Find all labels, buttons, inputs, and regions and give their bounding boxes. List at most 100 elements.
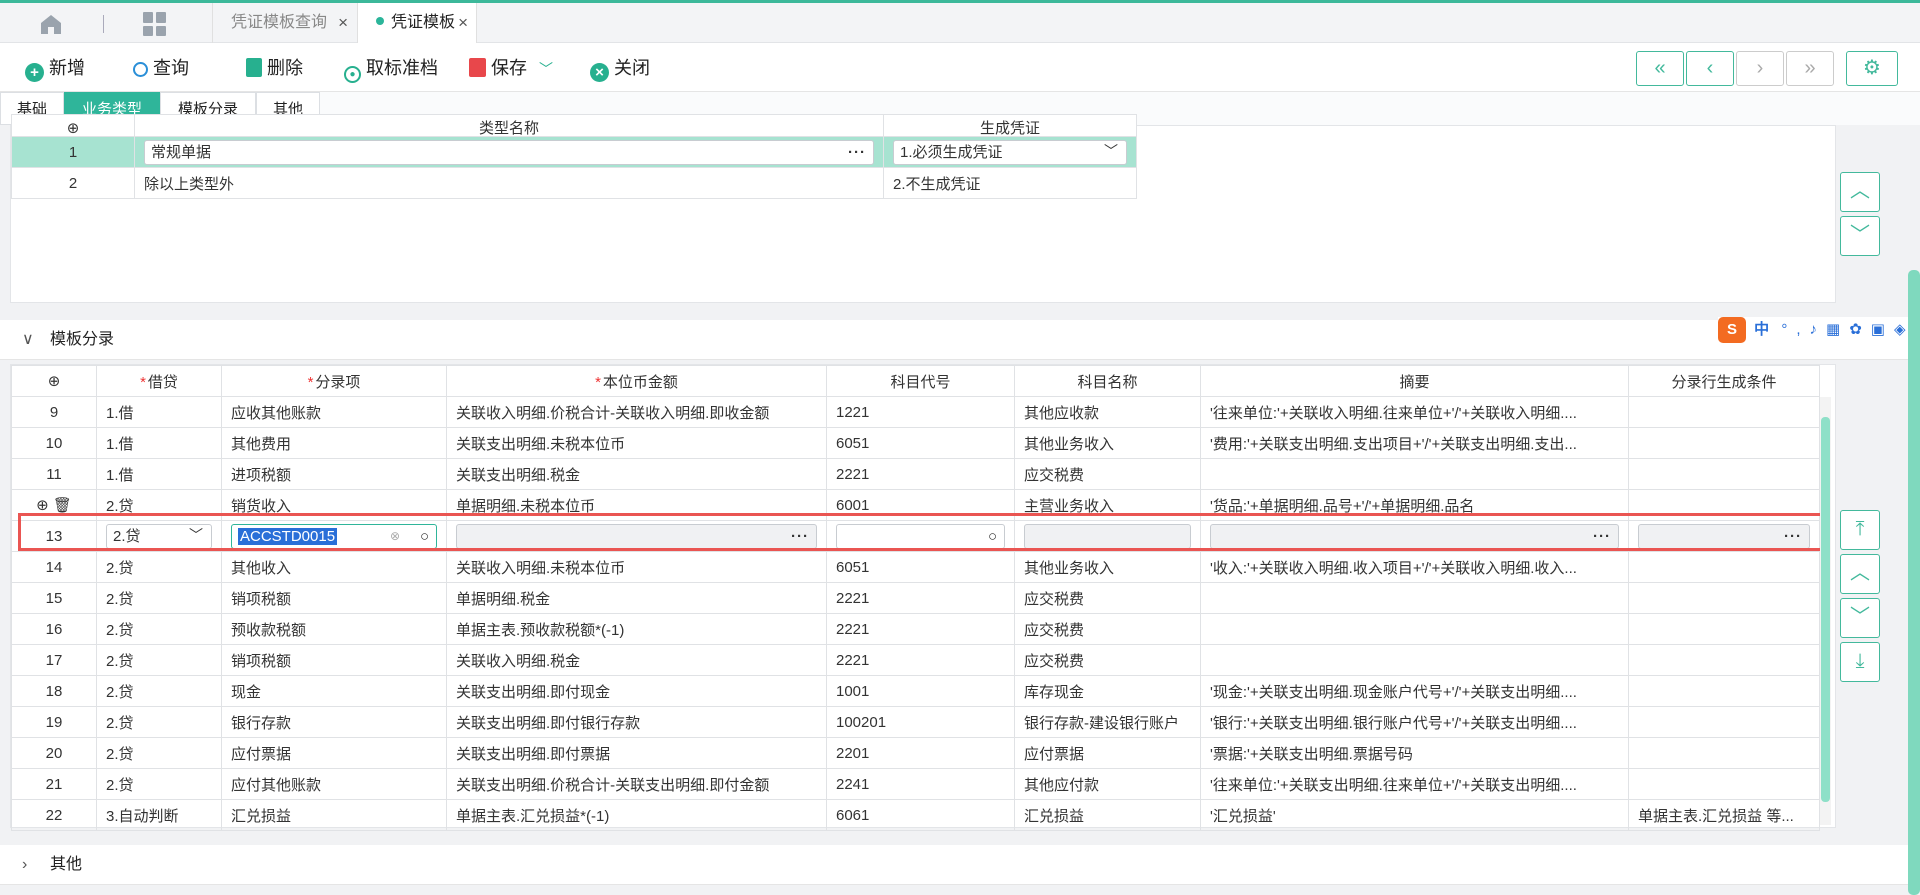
query-button[interactable]: 查询 — [133, 56, 189, 80]
ime-tools-icon[interactable]: °,♪▦✿▣◈ — [1781, 321, 1914, 338]
table-row[interactable]: 20 2.贷 应付票据 关联支出明细.即付票据 2201 应付票据 '票据:'+关联支出明细… — [11, 737, 1820, 769]
close-button[interactable]: × 关闭 — [590, 56, 650, 82]
account-code-input[interactable]: ○ — [836, 523, 1005, 549]
search-icon[interactable]: ○ — [988, 525, 997, 548]
cell-cond — [1628, 396, 1820, 428]
memo-input[interactable]: ··· — [1210, 523, 1619, 549]
scrollbar[interactable] — [1820, 397, 1831, 825]
entry-item-input[interactable]: ACCSTD0015 ⊗ ○ — [231, 523, 437, 549]
table-row[interactable]: 16 2.贷 预收款税额 单据主表.预收款税额*(-1) 2221 应交税费 — [11, 613, 1820, 645]
header-account-name: 科目名称 — [1014, 365, 1201, 397]
condition-input[interactable]: ··· — [1638, 523, 1810, 549]
cell-item: 汇兑损益 — [221, 799, 447, 831]
cell-cond — [1628, 706, 1820, 738]
cell-dc: 1.借 — [96, 396, 222, 428]
table-row[interactable]: 10 1.借 其他费用 关联支出明细.未税本位币 6051 其他业务收入 '费用:'+关联支… — [11, 427, 1820, 459]
next-record-button[interactable]: › — [1736, 51, 1784, 86]
section-other[interactable]: › 其他 — [0, 845, 1920, 885]
move-up-button[interactable]: ︿ — [1840, 172, 1880, 212]
header-gen-voucher: 生成凭证 — [883, 114, 1137, 137]
cell-memo: '现金:'+关联支出明细.现金账户代号+'/'+关联支出明细.... — [1200, 675, 1629, 707]
table-row[interactable]: 15 2.贷 销项税额 单据明细.税金 2221 应交税费 — [11, 582, 1820, 614]
cell-memo — [1200, 458, 1629, 490]
cell-amount: 关联支出明细.税金 — [446, 458, 827, 490]
last-record-button[interactable]: » — [1786, 51, 1834, 86]
debit-credit-select[interactable]: 2.贷 ﹀ — [106, 523, 212, 549]
first-record-button[interactable]: « — [1636, 51, 1684, 86]
table-row[interactable]: 13 2.贷 ﹀ ACCSTD0015 ⊗ ○ ··· ○ ··· ··· — [11, 520, 1820, 552]
table-row[interactable]: 2 除以上类型外 2.不生成凭证 — [11, 167, 1137, 199]
cell-item: 销货收入 — [221, 489, 447, 521]
move-down-button[interactable]: ﹀ — [1840, 598, 1880, 638]
cell-acct: 应交税费 — [1014, 582, 1201, 614]
prev-record-button[interactable]: ‹ — [1686, 51, 1734, 86]
add-row-icon[interactable]: ⊕ — [11, 114, 135, 137]
close-icon[interactable]: × — [338, 3, 348, 43]
cancel-standard-button[interactable]: ● 取标准档 — [344, 56, 438, 83]
save-button[interactable]: 保存 ﹀ — [469, 56, 553, 80]
table-row[interactable]: 21 2.贷 应付其他账款 关联支出明细.价税合计-关联支出明细.即付金额 2241 其他… — [11, 768, 1820, 800]
table-row[interactable]: 1 常规单据 ··· 1.必须生成凭证 ﹀ — [11, 136, 1137, 168]
cell-memo: '银行:'+关联支出明细.银行账户代号+'/'+关联支出明细.... — [1200, 706, 1629, 738]
add-button[interactable]: + 新增 — [25, 56, 85, 82]
cell-acct: 应交税费 — [1014, 458, 1201, 490]
chevron-down-icon[interactable]: ﹀ — [539, 61, 553, 77]
cell-cond — [1628, 737, 1820, 769]
cell-dc: 2.贷 — [96, 613, 222, 645]
cell-item: 应付票据 — [221, 737, 447, 769]
cell-acct: 其他业务收入 — [1014, 551, 1201, 583]
delete-button[interactable]: 删除 — [246, 56, 303, 80]
cell-amount: 单据明细.税金 — [446, 582, 827, 614]
table-row[interactable]: 22 3.自动判断 汇兑损益 单据主表.汇兑损益*(-1) 6061 汇兑损益 '汇兑损益'… — [11, 799, 1820, 831]
cell-memo — [1200, 644, 1629, 676]
move-up-button[interactable]: ︿ — [1840, 554, 1880, 594]
trash-icon[interactable]: 🗑 — [53, 497, 72, 514]
account-name-input — [1024, 523, 1191, 549]
table-row[interactable]: 11 1.借 进项税额 关联支出明细.税金 2221 应交税费 — [11, 458, 1820, 490]
gen-voucher-select[interactable]: 1.必须生成凭证 ﹀ — [893, 139, 1127, 165]
more-icon[interactable]: ··· — [848, 141, 866, 164]
apps-grid-icon[interactable] — [143, 12, 167, 36]
table-row[interactable]: 19 2.贷 银行存款 关联支出明细.即付银行存款 100201 银行存款-建设银行账户 '… — [11, 706, 1820, 738]
table-row[interactable]: 9 1.借 应收其他账款 关联收入明细.价税合计-关联收入明细.即收金额 1221 其他应… — [11, 396, 1820, 428]
clear-icon[interactable]: ⊗ — [390, 525, 400, 548]
move-bottom-button[interactable]: ⤓ — [1840, 642, 1880, 682]
cell-amount: 单据主表.预收款税额*(-1) — [446, 613, 827, 645]
move-top-button[interactable]: ⤒ — [1840, 510, 1880, 550]
cell-item: 其他收入 — [221, 551, 447, 583]
close-icon[interactable]: × — [458, 3, 468, 43]
table-row[interactable]: ⊕ 🗑 2.贷 销货收入 单据明细.未税本位币 6001 主营业务收入 '货品:'+单据明细… — [11, 489, 1820, 521]
move-down-button[interactable]: ﹀ — [1840, 216, 1880, 256]
gear-icon: ⚙ — [1863, 57, 1881, 79]
chevron-down-icon: ﹀ — [1104, 142, 1118, 159]
table-row[interactable]: 17 2.贷 销项税额 关联收入明细.税金 2221 应交税费 — [11, 644, 1820, 676]
tab-voucher-template[interactable]: 凭证模板 × — [357, 3, 477, 43]
cell-code: 2221 — [826, 458, 1015, 490]
type-name-input[interactable]: 常规单据 ··· — [144, 139, 874, 165]
page-scrollbar[interactable] — [1908, 270, 1920, 895]
sogou-icon[interactable]: S — [1718, 317, 1746, 343]
ime-mode-label[interactable]: 中 — [1754, 321, 1769, 338]
home-icon[interactable] — [38, 13, 64, 35]
trash-icon — [246, 58, 262, 77]
chevron-right-icon: › — [22, 856, 28, 873]
cell-code: 6001 — [826, 489, 1015, 521]
more-icon[interactable]: ··· — [1784, 525, 1802, 548]
section-template-entries[interactable]: ∨ 模板分录 — [0, 320, 1920, 360]
amount-input[interactable]: ··· — [456, 523, 817, 549]
header-entry-item: * 分录项 — [221, 365, 447, 397]
scrollbar-thumb[interactable] — [1821, 417, 1830, 802]
cell-memo: '费用:'+关联支出明细.支出项目+'/'+关联支出明细.支出... — [1200, 427, 1629, 459]
more-icon[interactable]: ··· — [1593, 525, 1611, 548]
table-row[interactable]: 14 2.贷 其他收入 关联收入明细.未税本位币 6051 其他业务收入 '收入:'+关联收… — [11, 551, 1820, 583]
search-icon[interactable]: ○ — [420, 525, 429, 548]
more-icon[interactable]: ··· — [791, 525, 809, 548]
add-row-icon[interactable]: ⊕ — [36, 497, 49, 514]
add-row-icon[interactable]: ⊕ — [11, 365, 97, 397]
settings-button[interactable]: ⚙ — [1846, 51, 1898, 86]
cell-cond — [1628, 582, 1820, 614]
cell-dc: 2.贷 — [96, 768, 222, 800]
table-row[interactable]: 18 2.贷 现金 关联支出明细.即付现金 1001 库存现金 '现金:'+关联支出明细.现… — [11, 675, 1820, 707]
tab-voucher-template-query[interactable]: 凭证模板查询 × — [212, 3, 356, 43]
entries-table: ⊕ * 借贷 * 分录项 * 本位币金额 科目代号 科目名称 摘要 分录行生成条件 9… — [11, 365, 1820, 831]
